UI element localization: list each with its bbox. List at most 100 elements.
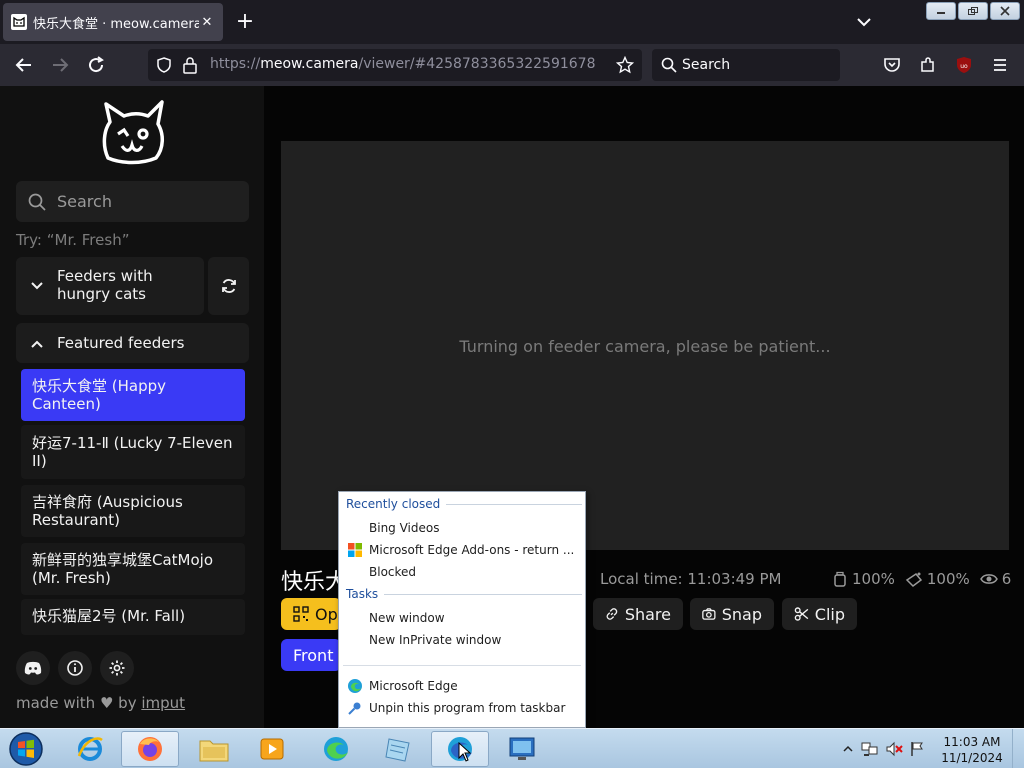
clip-button[interactable]: Clip — [782, 598, 857, 630]
taskbar-internet-explorer[interactable] — [61, 731, 119, 767]
windows-orb-icon — [9, 732, 43, 766]
app-menu-button[interactable] — [986, 52, 1014, 78]
hamburger-menu-icon — [994, 59, 1006, 71]
forward-button[interactable] — [46, 52, 74, 78]
taskbar-clock[interactable]: 11:03 AM 11/1/2024 — [934, 734, 1010, 766]
bookmark-star-icon[interactable] — [616, 56, 634, 74]
share-button[interactable]: Share — [593, 598, 683, 630]
taskbar-edge[interactable] — [307, 731, 365, 767]
heart-icon: ♥ — [99, 694, 114, 712]
lock-icon[interactable] — [182, 56, 198, 74]
discord-button[interactable] — [16, 651, 50, 685]
web-search-bar[interactable]: Search — [652, 49, 840, 81]
feeder-stats: 100% 100% 6 — [832, 570, 1021, 588]
network-icon[interactable] — [861, 741, 879, 757]
made-with-by: by — [118, 694, 137, 712]
restore-button[interactable] — [958, 2, 988, 20]
info-button[interactable] — [58, 651, 92, 685]
gear-icon — [109, 660, 125, 676]
feeder-item-auspicious-restaurant[interactable]: 吉祥食府 (Auspicious Restaurant) — [21, 485, 245, 537]
taskbar-firefox[interactable] — [121, 731, 179, 767]
water-level-stat: 100% — [905, 570, 970, 588]
url-text: https://meow.camera/viewer/#425878336532… — [210, 56, 596, 72]
speaker-muted-icon[interactable] — [885, 741, 903, 757]
tracking-protection-shield-icon[interactable] — [156, 57, 172, 73]
food-container-icon — [834, 571, 846, 587]
list-all-tabs-chevron-icon[interactable] — [852, 10, 876, 34]
start-button[interactable] — [6, 730, 46, 768]
taskbar-notes-app[interactable] — [369, 731, 427, 767]
front-camera-button[interactable]: Front — [281, 639, 341, 671]
open-button[interactable]: Op — [281, 598, 341, 630]
ublock-button[interactable]: uo — [950, 52, 978, 78]
feeder-search-input[interactable]: Search — [16, 181, 249, 222]
tab-title: 快乐大食堂 · meow.camera — [33, 16, 199, 32]
feeder-item-lucky-7-eleven[interactable]: 好运7-11-Ⅱ (Lucky 7-Eleven II) — [21, 425, 245, 479]
show-desktop-button[interactable] — [1012, 729, 1024, 768]
tasks-label: Tasks — [346, 587, 379, 601]
front-camera-label: Front — [293, 645, 334, 665]
feeder-item-mr-fresh[interactable]: 新鲜哥的独享城堡CatMojo (Mr. Fresh) — [21, 543, 245, 595]
jumplist-item-blocked[interactable]: Blocked — [369, 565, 416, 579]
url-host: meow.camera — [260, 56, 359, 72]
new-tab-button[interactable]: + — [232, 9, 258, 35]
search-icon — [661, 57, 677, 73]
jumplist-new-inprivate-window[interactable]: New InPrivate window — [369, 633, 501, 647]
viewers-value: 6 — [1001, 570, 1012, 588]
tab-close-icon[interactable]: ✕ — [199, 15, 215, 30]
remote-desktop-icon — [509, 737, 535, 760]
taskbar-file-explorer[interactable] — [185, 731, 243, 767]
snap-button[interactable]: Snap — [690, 598, 774, 630]
taskbar-edge-pinned[interactable] — [431, 731, 489, 767]
refresh-hungry-button[interactable] — [208, 257, 249, 315]
jumplist-open-edge[interactable]: Microsoft Edge — [369, 679, 458, 693]
minimize-button[interactable] — [926, 2, 956, 20]
puzzle-piece-icon — [921, 57, 934, 72]
group-featured-label: Featured feeders — [57, 334, 185, 352]
taskbar-media-player[interactable] — [243, 731, 301, 767]
made-with-prefix: made with — [16, 694, 96, 712]
browser-tab[interactable]: 快乐大食堂 · meow.camera ✕ — [3, 3, 223, 41]
camera-video-area[interactable]: Turning on feeder camera, please be pati… — [281, 141, 1009, 550]
ublock-origin-icon: uo — [957, 57, 971, 73]
group-hungry-cats-toggle[interactable]: Feeders with hungry cats — [16, 257, 204, 315]
jumplist-unpin[interactable]: Unpin this program from taskbar — [369, 701, 565, 715]
jumplist-new-window[interactable]: New window — [369, 611, 445, 625]
mouse-cursor-icon — [458, 742, 472, 762]
unpin-icon — [348, 702, 361, 715]
firefox-icon — [138, 737, 162, 761]
clock-date: 11/1/2024 — [941, 751, 1003, 765]
group-featured-toggle[interactable]: Featured feeders — [16, 323, 249, 363]
open-button-label: Op — [315, 604, 338, 624]
clip-button-label: Clip — [814, 604, 845, 624]
eye-icon — [979, 574, 998, 584]
sidebar: Search Try: “Mr. Fresh” Feeders with hun… — [0, 86, 264, 728]
feeder-item-mr-fall[interactable]: 快乐猫屋2号 (Mr. Fall) — [21, 599, 245, 635]
loading-message: Turning on feeder camera, please be pati… — [459, 337, 831, 356]
action-center-flag-icon[interactable] — [909, 741, 925, 757]
scissors-icon — [794, 607, 809, 621]
settings-button[interactable] — [100, 651, 134, 685]
pocket-button[interactable] — [878, 52, 906, 78]
system-tray — [843, 735, 925, 763]
meow-camera-logo-icon[interactable] — [98, 100, 168, 166]
food-level-value: 100% — [852, 570, 895, 588]
address-bar[interactable]: https://meow.camera/viewer/#425878336532… — [148, 49, 642, 81]
jumplist-item-bing-videos[interactable]: Bing Videos — [369, 521, 439, 535]
extensions-button[interactable] — [914, 52, 942, 78]
url-prefix: https:// — [210, 56, 261, 72]
local-time: Local time: 11:03:49 PM — [600, 570, 782, 588]
feeder-item-happy-canteen[interactable]: 快乐大食堂 (Happy Canteen) — [21, 369, 245, 421]
taskbar-remote-desktop[interactable] — [493, 731, 551, 767]
show-hidden-icons-icon[interactable] — [843, 744, 853, 754]
web-search-placeholder: Search — [682, 57, 731, 73]
chevron-down-icon — [31, 282, 43, 290]
close-window-button[interactable] — [990, 2, 1020, 20]
jumplist-item-edge-addons[interactable]: Microsoft Edge Add-ons - return ... — [369, 543, 574, 557]
svg-text:uo: uo — [960, 63, 968, 70]
back-button[interactable] — [10, 52, 38, 78]
cat-favicon-icon — [11, 14, 27, 30]
author-link[interactable]: imput — [141, 694, 185, 712]
reload-button[interactable] — [82, 52, 110, 78]
taskbar-jump-list: Recently closed Bing Videos Microsoft Ed… — [338, 491, 586, 728]
